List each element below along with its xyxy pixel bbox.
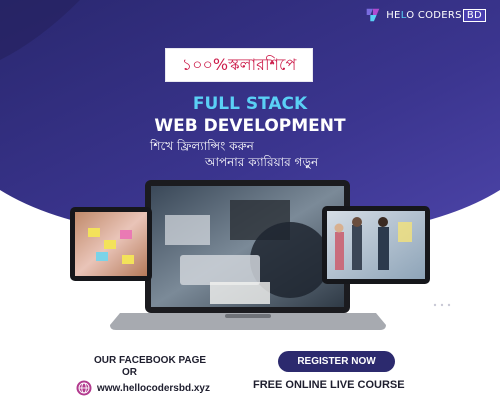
free-online-live-course-label: FREE ONLINE LIVE COURSE	[253, 379, 405, 391]
tablet-right	[322, 206, 430, 284]
facebook-page-label: OUR FACEBOOK PAGE	[94, 355, 207, 366]
website-row[interactable]: www.hellocodersbd.xyz	[76, 380, 210, 396]
devices-illustration	[70, 180, 451, 330]
website-link[interactable]: www.hellocodersbd.xyz	[97, 383, 210, 394]
globe-icon	[76, 380, 92, 396]
or-label: OR	[122, 367, 137, 378]
promo-banner: HELO CODERS BD ১০০%স্কলারশিপে FULL STACK …	[0, 0, 500, 400]
register-now-button[interactable]: REGISTER NOW	[278, 351, 395, 372]
tablet-left	[70, 207, 152, 281]
